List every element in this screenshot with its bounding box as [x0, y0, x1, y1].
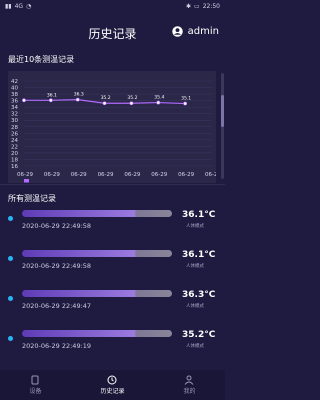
y-tick-label: 36 [11, 99, 18, 105]
person-icon [185, 375, 194, 385]
user-menu[interactable]: admin [171, 26, 219, 37]
status-right: ✱ ▭ 22:50 [186, 3, 220, 10]
chart-section-title: 最近10条测温记录 [8, 55, 75, 64]
record-bar [22, 250, 172, 257]
record-time: 2020-06-29 22:49:58 [22, 222, 92, 230]
record-time: 2020-06-29 22:49:19 [22, 342, 92, 350]
nav-history[interactable]: 历史记录 [100, 375, 125, 395]
data-point [156, 100, 161, 105]
divider [0, 184, 225, 185]
data-label: 35.4 [154, 95, 164, 101]
record-dot-icon [8, 256, 13, 261]
y-tick-label: 34 [11, 105, 18, 111]
nav-mine-label: 我的 [183, 388, 196, 395]
battery-icon: ▭ [194, 2, 200, 10]
y-tick-label: 24 [11, 138, 18, 144]
chart-svg: 1618202224262830323436384042 06-29 06-29 06… [11, 79, 216, 183]
temperature-chart: 16 18 20 22 24 26 28 30 32 34 36 38 40 42 06-29 06-29 06… [8, 71, 216, 183]
record-time: 2020-06-29 22:49:47 [22, 302, 92, 310]
x-tick-label: 06-29 [151, 172, 167, 178]
alarm-icon: ✱ [186, 2, 192, 10]
user-avatar-icon [171, 26, 183, 37]
page-title: 历史记录 [88, 26, 137, 41]
record-value: 36.1°C [182, 250, 216, 260]
x-tick-label: 06-29 [44, 172, 60, 178]
app-header: 历史记录 admin [0, 12, 225, 54]
data-point [75, 97, 80, 102]
nav-device-label: 设备 [29, 388, 42, 395]
record-bar [22, 210, 172, 217]
record-mode: 人体模式 [186, 224, 204, 229]
data-point [183, 101, 188, 106]
record-dot-icon [8, 296, 13, 301]
record-row[interactable]: 2020-06-29 22:49:19 35.2°C 人体模式 [0, 325, 225, 365]
data-point [102, 101, 107, 106]
y-tick-label: 16 [11, 164, 18, 170]
nav-history-label: 历史记录 [100, 388, 125, 395]
scrollbar-thumb[interactable] [221, 95, 224, 127]
x-tick-label: 06-29 [205, 172, 216, 178]
record-value: 36.3°C [182, 290, 216, 300]
data-point [22, 98, 26, 103]
wifi-icon: ◔ [26, 2, 32, 10]
record-time: 2020-06-29 22:49:58 [22, 262, 92, 270]
data-label: 36.3 [74, 92, 84, 98]
x-tick-label: 06-29 [98, 172, 114, 178]
x-tick-label: 06-29 [178, 172, 194, 178]
record-bar [22, 290, 172, 297]
y-tick-label: 20 [11, 151, 18, 157]
legend-swatch [24, 179, 29, 183]
x-tick-label: 06-29 [17, 172, 33, 178]
data-point [129, 101, 134, 106]
data-label: 35.1 [181, 96, 191, 102]
list-section-title: 所有测温记录 [8, 194, 56, 203]
data-label: 35.2 [127, 95, 137, 101]
status-left: ▮▮ 4G ◔ [5, 3, 31, 10]
record-mode: 人体模式 [186, 304, 204, 309]
y-tick-label: 32 [11, 112, 18, 118]
y-tick-label: 30 [11, 118, 18, 124]
status-time: 22:50 [202, 2, 220, 10]
data-point [48, 98, 53, 103]
record-row[interactable]: 2020-06-29 22:49:47 36.3°C 人体模式 [0, 285, 225, 325]
record-mode: 人体模式 [186, 344, 204, 349]
signal-icon: ▮▮ [5, 2, 12, 10]
x-tick-label: 06-29 [71, 172, 87, 178]
record-dot-icon [8, 216, 13, 221]
signal-label: 4G [14, 2, 24, 10]
data-label: 36.1 [47, 92, 57, 98]
record-row[interactable]: 2020-06-29 22:49:58 36.1°C 人体模式 [0, 245, 225, 285]
y-tick-label: 22 [11, 144, 18, 150]
record-row[interactable]: 2020-06-29 22:49:58 36.1°C 人体模式 [0, 205, 225, 245]
y-tick-label: 26 [11, 131, 18, 137]
nav-mine[interactable]: 我的 [183, 375, 196, 395]
status-bar: ▮▮ 4G ◔ ✱ ▭ 22:50 [0, 0, 225, 12]
y-tick-label: 18 [11, 157, 18, 163]
record-value: 35.2°C [182, 330, 216, 340]
history-icon [107, 375, 117, 385]
data-label: 35.2 [101, 95, 111, 101]
bottom-nav: 设备 历史记录 我的 [0, 370, 225, 400]
device-icon [31, 375, 39, 385]
x-tick-label: 06-29 [124, 172, 140, 178]
record-value: 36.1°C [182, 210, 216, 220]
nav-device[interactable]: 设备 [29, 375, 42, 395]
y-tick-label: 42 [11, 79, 18, 85]
y-tick-label: 28 [11, 125, 18, 131]
record-bar [22, 330, 172, 337]
y-tick-label: 40 [11, 86, 18, 92]
username: admin [187, 26, 219, 37]
record-dot-icon [8, 336, 13, 341]
y-tick-label: 38 [11, 92, 18, 98]
record-mode: 人体模式 [186, 264, 204, 269]
